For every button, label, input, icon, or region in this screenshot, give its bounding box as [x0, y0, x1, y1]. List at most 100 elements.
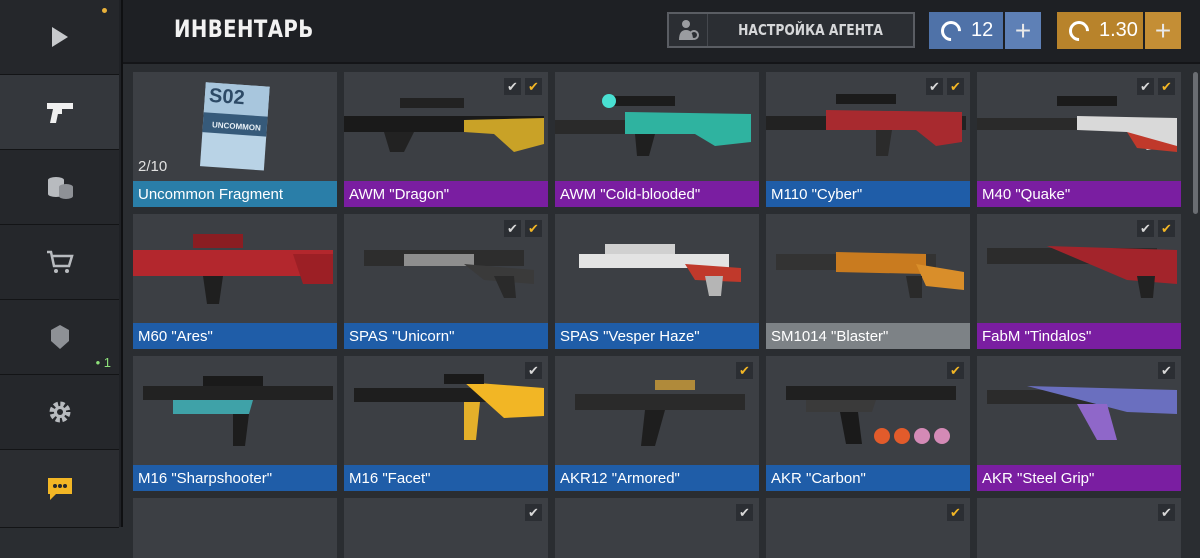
check-icon: ✔: [947, 504, 964, 521]
item-checks: ✔: [947, 504, 964, 521]
check-icon: ✔: [1158, 504, 1175, 521]
weapon-image: [354, 374, 544, 440]
cart-icon: [46, 250, 74, 273]
item-name: M16 "Facet": [344, 465, 548, 491]
fragment-count: 2/10: [138, 158, 168, 175]
pistol-icon: [46, 103, 73, 123]
inventory-card[interactable]: ✔ AKR "Carbon": [766, 356, 970, 491]
sidebar-item-rank[interactable]: • 1: [0, 300, 119, 375]
item-name: AKR "Steel Grip": [977, 465, 1181, 491]
item-name: M110 "Cyber": [766, 181, 970, 207]
check-icon: ✔: [504, 78, 521, 95]
weapon-image: [143, 376, 333, 446]
agent-icon: [669, 14, 708, 46]
weapon-image: [133, 234, 333, 304]
item-name: M16 "Sharpshooter": [133, 465, 337, 491]
weapon-image: [579, 244, 741, 296]
credits-balance: 12 +: [929, 12, 1041, 49]
inventory-card[interactable]: ✔: [344, 498, 548, 558]
credits-icon: [936, 16, 966, 45]
sidebar: • 1: [0, 0, 123, 528]
sidebar-item-settings[interactable]: [0, 375, 119, 450]
sidebar-item-weapons[interactable]: [0, 75, 119, 150]
item-checks: ✔: [736, 362, 753, 379]
gold-value: 1.30: [1099, 19, 1138, 41]
check-icon: ✔: [1158, 362, 1175, 379]
inventory-card[interactable]: ✔ ✔ M40 "Quake": [977, 72, 1181, 207]
chat-icon: [47, 477, 72, 500]
credits-value: 12: [971, 19, 994, 41]
check-icon: ✔: [525, 78, 542, 95]
weapon-image: [555, 94, 751, 156]
item-checks: ✔ ✔: [504, 220, 542, 237]
sidebar-item-currency[interactable]: [0, 150, 119, 225]
item-checks: ✔: [525, 362, 542, 379]
item-checks: ✔: [947, 362, 964, 379]
inventory-card[interactable]: [133, 498, 337, 558]
check-icon: ✔: [1158, 78, 1175, 95]
item-name: FabM "Tindalos": [977, 323, 1181, 349]
rank-icon: [50, 325, 69, 349]
item-checks: ✔: [1158, 362, 1175, 379]
page-title: ИНВЕНТАРЬ: [174, 15, 314, 43]
sidebar-item-chat[interactable]: [0, 450, 119, 528]
weapon-image: [987, 386, 1177, 440]
item-name: M60 "Ares": [133, 323, 337, 349]
inventory-card[interactable]: ✔ ✔ SPAS "Unicorn": [344, 214, 548, 349]
item-name: AKR12 "Armored": [555, 465, 759, 491]
inventory-card[interactable]: M60 "Ares": [133, 214, 337, 349]
inventory-card[interactable]: SPAS "Vesper Haze": [555, 214, 759, 349]
inventory-card[interactable]: ✔ ✔ FabM "Tindalos": [977, 214, 1181, 349]
check-icon: ✔: [947, 78, 964, 95]
play-icon: [51, 27, 68, 47]
check-icon: ✔: [736, 504, 753, 521]
item-name: M40 "Quake": [977, 181, 1181, 207]
scrollbar[interactable]: [1193, 72, 1198, 214]
add-credits-button[interactable]: +: [1005, 12, 1041, 49]
inventory-card[interactable]: SM1014 "Blaster": [766, 214, 970, 349]
item-name: AWM "Cold-blooded": [555, 181, 759, 207]
item-checks: ✔: [736, 504, 753, 521]
item-name: SM1014 "Blaster": [766, 323, 970, 349]
check-icon: ✔: [525, 504, 542, 521]
weapon-image: [786, 386, 956, 444]
weapon-image: [776, 252, 964, 298]
inventory-card[interactable]: ✔: [766, 498, 970, 558]
item-name: AKR "Carbon": [766, 465, 970, 491]
item-checks: ✔ ✔: [504, 78, 542, 95]
gear-icon: [49, 401, 70, 423]
agent-settings-button[interactable]: НАСТРОЙКА АГЕНТА: [667, 12, 915, 48]
check-icon: ✔: [736, 362, 753, 379]
check-icon: ✔: [947, 362, 964, 379]
coins-icon: [47, 177, 73, 199]
check-icon: ✔: [504, 220, 521, 237]
inventory-card[interactable]: ✔ ✔ M110 "Cyber": [766, 72, 970, 207]
item-checks: ✔: [1158, 504, 1175, 521]
inventory-card[interactable]: S02 UNCOMMON 2/10 Uncommon Fragment: [133, 72, 337, 207]
inventory-card[interactable]: ✔ M16 "Facet": [344, 356, 548, 491]
inventory-card[interactable]: M16 "Sharpshooter": [133, 356, 337, 491]
weapon-image: [575, 380, 745, 446]
inventory-card[interactable]: AWM "Cold-blooded": [555, 72, 759, 207]
gold-balance: 1.30 +: [1057, 12, 1181, 49]
item-name: AWM "Dragon": [344, 181, 548, 207]
notification-dot: [102, 8, 107, 13]
sidebar-item-play[interactable]: [0, 0, 119, 75]
check-icon: ✔: [926, 78, 943, 95]
check-icon: ✔: [525, 220, 542, 237]
add-gold-button[interactable]: +: [1145, 12, 1181, 49]
item-checks: ✔ ✔: [926, 78, 964, 95]
inventory-card[interactable]: ✔ AKR "Steel Grip": [977, 356, 1181, 491]
item-name: SPAS "Unicorn": [344, 323, 548, 349]
gold-icon: [1064, 16, 1094, 45]
check-icon: ✔: [1158, 220, 1175, 237]
inventory-card[interactable]: ✔: [977, 498, 1181, 558]
inventory-card[interactable]: ✔: [555, 498, 759, 558]
check-icon: ✔: [1137, 220, 1154, 237]
inventory-card[interactable]: ✔ AKR12 "Armored": [555, 356, 759, 491]
agent-settings-label: НАСТРОЙКА АГЕНТА: [738, 21, 883, 39]
inventory-card[interactable]: ✔ ✔ AWM "Dragon": [344, 72, 548, 207]
check-icon: ✔: [1137, 78, 1154, 95]
sidebar-item-shop[interactable]: [0, 225, 119, 300]
item-name: Uncommon Fragment: [133, 181, 337, 207]
